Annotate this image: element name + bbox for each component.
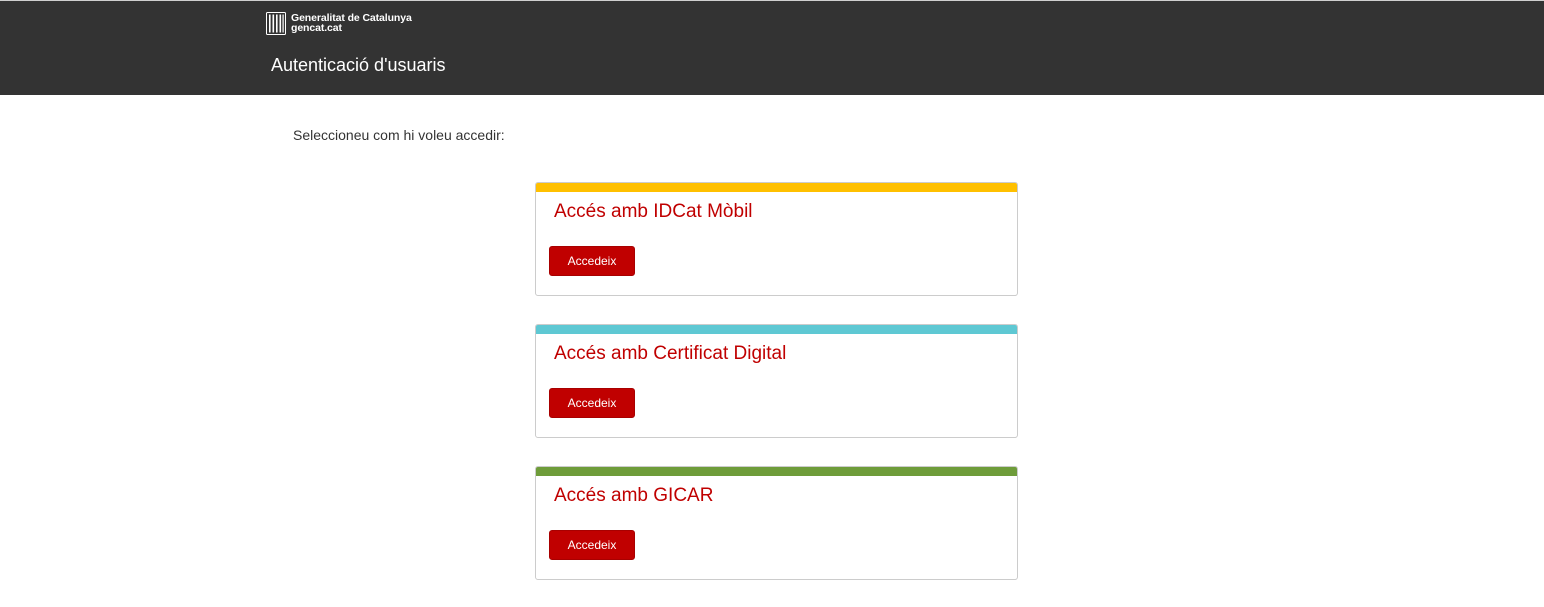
card-accent-bar <box>536 183 1017 192</box>
login-option-gicar: Accés amb GICAR Accedeix <box>535 466 1018 580</box>
page-title: Autenticació d'usuaris <box>271 55 446 75</box>
brand-link[interactable]: Generalitat de Catalunya gencat.cat <box>266 11 412 35</box>
generalitat-logo-icon <box>266 11 286 35</box>
card-title: Accés amb GICAR <box>554 485 714 506</box>
card-accent-bar <box>536 467 1017 476</box>
intro-text: Seleccioneu com hi voleu accedir: <box>293 127 505 143</box>
brand-domain: gencat.cat <box>291 22 342 34</box>
site-header: Generalitat de Catalunya gencat.cat Aute… <box>0 0 1544 95</box>
login-option-certificat-digital: Accés amb Certificat Digital Accedeix <box>535 324 1018 438</box>
login-option-idcat-mobil: Accés amb IDCat Mòbil Accedeix <box>535 182 1018 296</box>
card-title: Accés amb IDCat Mòbil <box>554 201 753 222</box>
accedeix-button-gicar[interactable]: Accedeix <box>549 530 635 560</box>
brand-text: Generalitat de Catalunya gencat.cat <box>291 12 412 34</box>
card-title: Accés amb Certificat Digital <box>554 343 787 364</box>
accedeix-button-idcat-mobil[interactable]: Accedeix <box>549 246 635 276</box>
card-accent-bar <box>536 325 1017 334</box>
accedeix-button-certificat-digital[interactable]: Accedeix <box>549 388 635 418</box>
